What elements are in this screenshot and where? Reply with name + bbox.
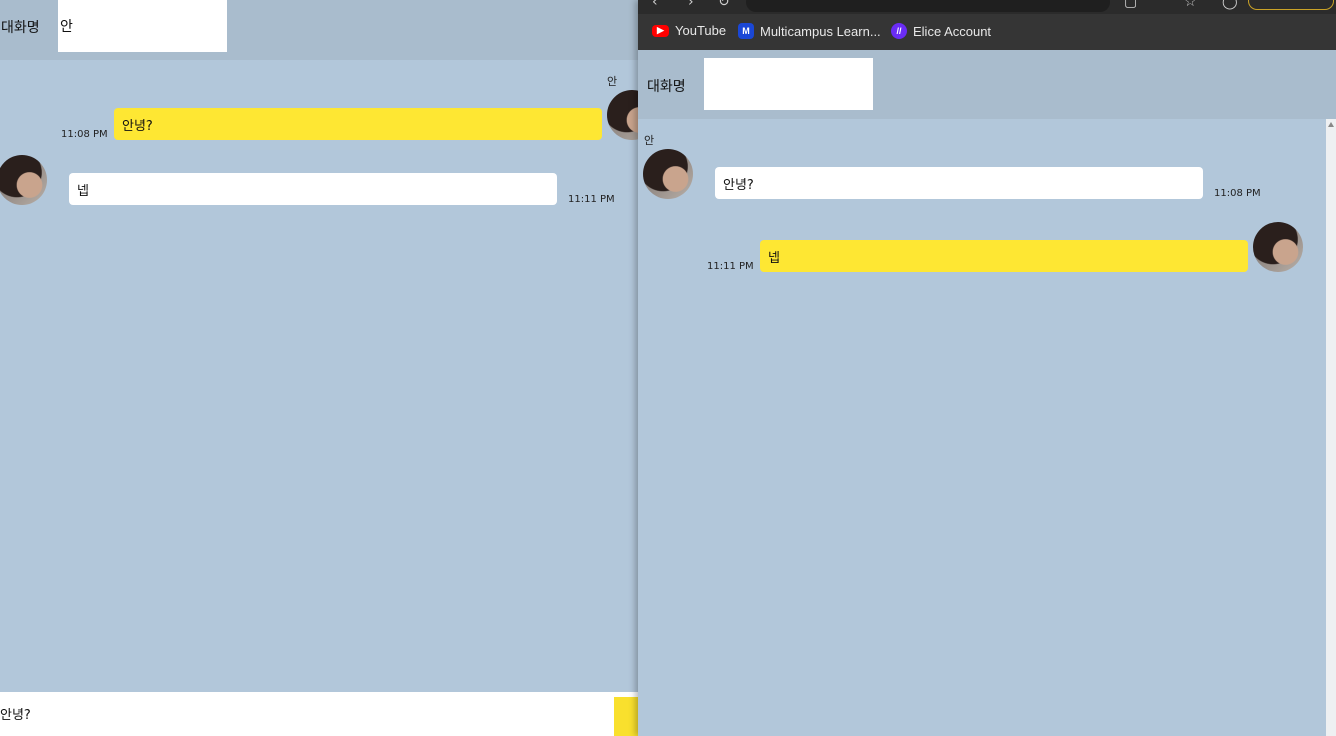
profile-avatar	[0, 155, 47, 205]
their-message-bubble: 넵	[69, 173, 557, 205]
room-name-input[interactable]	[58, 0, 227, 52]
bookmark-label: YouTube	[675, 23, 727, 38]
my-message-bubble: 넵	[760, 240, 1248, 272]
profile-avatar	[1253, 222, 1303, 272]
reload-icon[interactable]: ↻	[718, 0, 730, 10]
extension-icon[interactable]: ▢	[1124, 0, 1137, 10]
right-browser-window: ‹ › ↻ ▢ ☆ ◯ ▶ YouTube M Multicampus Lear…	[638, 0, 1336, 736]
bookmark-youtube[interactable]: ▶ YouTube	[652, 23, 726, 38]
room-name-label: 대화명	[1, 20, 40, 36]
bookmark-multicampus[interactable]: M Multicampus Learn...	[738, 23, 881, 39]
bookmark-label: Multicampus Learn...	[760, 23, 881, 39]
room-name-label: 대화명	[647, 79, 686, 95]
chat-header: 대화명	[638, 50, 1336, 119]
message-time: 11:08 PM	[61, 129, 108, 140]
message-time: 11:11 PM	[568, 194, 615, 205]
scroll-up-icon[interactable]	[1328, 122, 1334, 127]
room-name-input[interactable]	[704, 58, 873, 110]
address-bar[interactable]	[746, 0, 1110, 12]
message-time: 11:11 PM	[707, 261, 754, 272]
message-text: 넵	[768, 250, 780, 266]
bookmarks-bar: ▶ YouTube M Multicampus Learn... // Elic…	[638, 14, 1336, 50]
sender-name: 안	[644, 134, 655, 147]
bookmark-elice[interactable]: // Elice Account	[891, 23, 991, 39]
back-icon[interactable]: ‹	[652, 0, 658, 10]
message-text: 넵	[77, 183, 89, 199]
their-message-bubble: 안녕?	[715, 167, 1203, 199]
chat-header: 대화명	[0, 0, 638, 60]
elice-icon: //	[891, 23, 907, 39]
profile-avatar	[643, 149, 693, 199]
profile-avatar	[607, 90, 638, 140]
message-text: 안녕?	[122, 118, 153, 134]
send-button[interactable]	[614, 697, 638, 736]
message-time: 11:08 PM	[1214, 188, 1261, 199]
youtube-icon: ▶	[652, 24, 669, 37]
browser-toolbar: ‹ › ↻ ▢ ☆ ◯	[638, 0, 1336, 14]
scrollbar[interactable]	[1326, 119, 1336, 736]
bookmark-label: Elice Account	[913, 23, 992, 39]
message-text: 안녕?	[723, 177, 754, 193]
profile-chip[interactable]	[1248, 0, 1334, 10]
sender-name: 안	[607, 75, 618, 88]
message-input[interactable]: 안녕?	[0, 704, 31, 723]
left-chat-window: 대화명 안 11:08 PM 안녕? 넵 11:11 PM 안녕?	[0, 0, 638, 736]
forward-icon[interactable]: ›	[688, 0, 694, 10]
my-message-bubble: 안녕?	[114, 108, 602, 140]
profile-icon[interactable]: ◯	[1222, 0, 1238, 10]
multicampus-icon: M	[738, 23, 754, 39]
bookmark-star-icon[interactable]: ☆	[1184, 0, 1197, 10]
message-input-bar[interactable]: 안녕?	[0, 692, 638, 736]
